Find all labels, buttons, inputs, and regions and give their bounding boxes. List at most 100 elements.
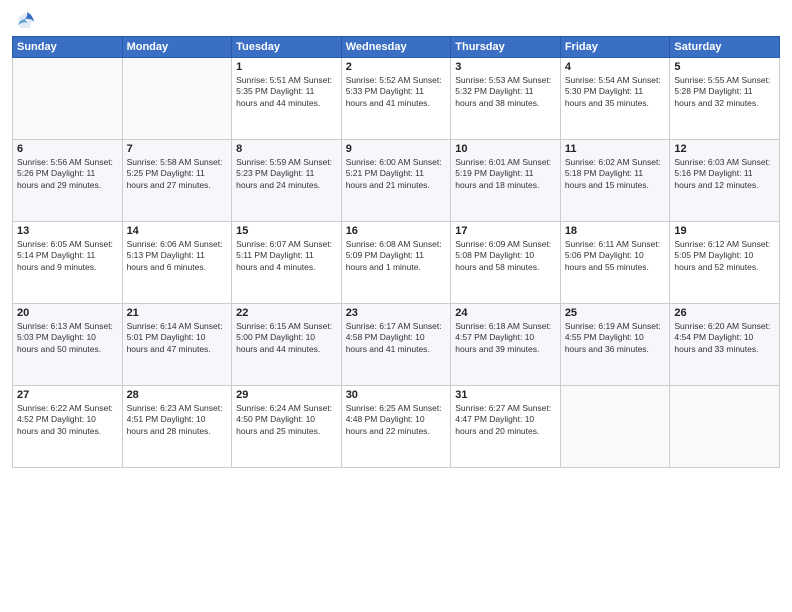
day-info: Sunrise: 5:52 AM Sunset: 5:33 PM Dayligh… <box>346 75 447 109</box>
day-info: Sunrise: 6:01 AM Sunset: 5:19 PM Dayligh… <box>455 157 556 191</box>
weekday-header-thursday: Thursday <box>451 37 561 58</box>
calendar-cell: 10 Sunrise: 6:01 AM Sunset: 5:19 PM Dayli… <box>451 140 561 222</box>
weekday-header-friday: Friday <box>560 37 670 58</box>
calendar-cell: 12 Sunrise: 6:03 AM Sunset: 5:16 PM Dayli… <box>670 140 780 222</box>
day-number: 1 <box>236 61 337 73</box>
day-info: Sunrise: 5:58 AM Sunset: 5:25 PM Dayligh… <box>127 157 228 191</box>
day-number: 6 <box>17 143 118 155</box>
day-number: 20 <box>17 307 118 319</box>
logo <box>12 10 36 32</box>
day-info: Sunrise: 6:22 AM Sunset: 4:52 PM Dayligh… <box>17 403 118 437</box>
calendar-cell: 4 Sunrise: 5:54 AM Sunset: 5:30 PM Daylig… <box>560 58 670 140</box>
calendar-cell: 27 Sunrise: 6:22 AM Sunset: 4:52 PM Dayli… <box>13 386 123 468</box>
calendar-cell: 21 Sunrise: 6:14 AM Sunset: 5:01 PM Dayli… <box>122 304 232 386</box>
day-number: 29 <box>236 389 337 401</box>
calendar-cell: 3 Sunrise: 5:53 AM Sunset: 5:32 PM Daylig… <box>451 58 561 140</box>
weekday-header-wednesday: Wednesday <box>341 37 451 58</box>
day-number: 12 <box>674 143 775 155</box>
day-number: 9 <box>346 143 447 155</box>
calendar-cell: 13 Sunrise: 6:05 AM Sunset: 5:14 PM Dayli… <box>13 222 123 304</box>
day-info: Sunrise: 6:20 AM Sunset: 4:54 PM Dayligh… <box>674 321 775 355</box>
day-info: Sunrise: 6:08 AM Sunset: 5:09 PM Dayligh… <box>346 239 447 273</box>
day-number: 2 <box>346 61 447 73</box>
day-info: Sunrise: 6:03 AM Sunset: 5:16 PM Dayligh… <box>674 157 775 191</box>
day-number: 11 <box>565 143 666 155</box>
day-info: Sunrise: 6:02 AM Sunset: 5:18 PM Dayligh… <box>565 157 666 191</box>
calendar-cell: 24 Sunrise: 6:18 AM Sunset: 4:57 PM Dayli… <box>451 304 561 386</box>
day-number: 17 <box>455 225 556 237</box>
calendar-cell <box>560 386 670 468</box>
day-number: 25 <box>565 307 666 319</box>
day-info: Sunrise: 6:17 AM Sunset: 4:58 PM Dayligh… <box>346 321 447 355</box>
day-info: Sunrise: 5:56 AM Sunset: 5:26 PM Dayligh… <box>17 157 118 191</box>
day-number: 16 <box>346 225 447 237</box>
day-info: Sunrise: 6:23 AM Sunset: 4:51 PM Dayligh… <box>127 403 228 437</box>
weekday-header-saturday: Saturday <box>670 37 780 58</box>
day-number: 4 <box>565 61 666 73</box>
day-info: Sunrise: 5:59 AM Sunset: 5:23 PM Dayligh… <box>236 157 337 191</box>
day-number: 23 <box>346 307 447 319</box>
calendar-cell: 5 Sunrise: 5:55 AM Sunset: 5:28 PM Daylig… <box>670 58 780 140</box>
calendar-cell: 6 Sunrise: 5:56 AM Sunset: 5:26 PM Daylig… <box>13 140 123 222</box>
calendar-cell: 16 Sunrise: 6:08 AM Sunset: 5:09 PM Dayli… <box>341 222 451 304</box>
day-info: Sunrise: 6:19 AM Sunset: 4:55 PM Dayligh… <box>565 321 666 355</box>
calendar-cell: 25 Sunrise: 6:19 AM Sunset: 4:55 PM Dayli… <box>560 304 670 386</box>
day-number: 24 <box>455 307 556 319</box>
logo-icon <box>14 10 36 32</box>
day-info: Sunrise: 6:12 AM Sunset: 5:05 PM Dayligh… <box>674 239 775 273</box>
calendar-cell: 14 Sunrise: 6:06 AM Sunset: 5:13 PM Dayli… <box>122 222 232 304</box>
day-number: 7 <box>127 143 228 155</box>
day-info: Sunrise: 6:11 AM Sunset: 5:06 PM Dayligh… <box>565 239 666 273</box>
day-info: Sunrise: 5:54 AM Sunset: 5:30 PM Dayligh… <box>565 75 666 109</box>
day-number: 18 <box>565 225 666 237</box>
day-number: 13 <box>17 225 118 237</box>
calendar-cell: 29 Sunrise: 6:24 AM Sunset: 4:50 PM Dayli… <box>232 386 342 468</box>
day-info: Sunrise: 5:53 AM Sunset: 5:32 PM Dayligh… <box>455 75 556 109</box>
weekday-header-tuesday: Tuesday <box>232 37 342 58</box>
calendar-cell: 18 Sunrise: 6:11 AM Sunset: 5:06 PM Dayli… <box>560 222 670 304</box>
day-info: Sunrise: 6:25 AM Sunset: 4:48 PM Dayligh… <box>346 403 447 437</box>
day-number: 21 <box>127 307 228 319</box>
day-number: 5 <box>674 61 775 73</box>
calendar-cell: 30Sunrise: 6:25 AM Sunset: 4:48 PM Dayli… <box>341 386 451 468</box>
weekday-header-monday: Monday <box>122 37 232 58</box>
day-number: 22 <box>236 307 337 319</box>
day-info: Sunrise: 6:06 AM Sunset: 5:13 PM Dayligh… <box>127 239 228 273</box>
day-info: Sunrise: 6:18 AM Sunset: 4:57 PM Dayligh… <box>455 321 556 355</box>
day-number: 10 <box>455 143 556 155</box>
day-number: 19 <box>674 225 775 237</box>
calendar-cell: 19 Sunrise: 6:12 AM Sunset: 5:05 PM Dayli… <box>670 222 780 304</box>
calendar-cell <box>670 386 780 468</box>
day-info: Sunrise: 6:13 AM Sunset: 5:03 PM Dayligh… <box>17 321 118 355</box>
day-info: Sunrise: 6:05 AM Sunset: 5:14 PM Dayligh… <box>17 239 118 273</box>
day-number: 3 <box>455 61 556 73</box>
day-info: Sunrise: 6:14 AM Sunset: 5:01 PM Dayligh… <box>127 321 228 355</box>
day-number: 28 <box>127 389 228 401</box>
day-info: Sunrise: 6:00 AM Sunset: 5:21 PM Dayligh… <box>346 157 447 191</box>
calendar-table: SundayMondayTuesdayWednesdayThursdayFrid… <box>12 36 780 468</box>
calendar-cell <box>122 58 232 140</box>
calendar-cell: 23 Sunrise: 6:17 AM Sunset: 4:58 PM Dayli… <box>341 304 451 386</box>
calendar-cell: 28 Sunrise: 6:23 AM Sunset: 4:51 PM Dayli… <box>122 386 232 468</box>
calendar-cell: 8 Sunrise: 5:59 AM Sunset: 5:23 PM Daylig… <box>232 140 342 222</box>
calendar-cell: 26Sunrise: 6:20 AM Sunset: 4:54 PM Dayli… <box>670 304 780 386</box>
day-info: Sunrise: 6:15 AM Sunset: 5:00 PM Dayligh… <box>236 321 337 355</box>
calendar-cell: 7 Sunrise: 5:58 AM Sunset: 5:25 PM Daylig… <box>122 140 232 222</box>
day-info: Sunrise: 6:24 AM Sunset: 4:50 PM Dayligh… <box>236 403 337 437</box>
calendar-cell: 9 Sunrise: 6:00 AM Sunset: 5:21 PM Daylig… <box>341 140 451 222</box>
day-info: Sunrise: 6:27 AM Sunset: 4:47 PM Dayligh… <box>455 403 556 437</box>
weekday-header-sunday: Sunday <box>13 37 123 58</box>
calendar-cell: 22 Sunrise: 6:15 AM Sunset: 5:00 PM Dayli… <box>232 304 342 386</box>
day-info: Sunrise: 5:55 AM Sunset: 5:28 PM Dayligh… <box>674 75 775 109</box>
day-number: 8 <box>236 143 337 155</box>
day-number: 14 <box>127 225 228 237</box>
day-number: 15 <box>236 225 337 237</box>
calendar-cell: 1 Sunrise: 5:51 AM Sunset: 5:35 PM Daylig… <box>232 58 342 140</box>
calendar-cell: 20 Sunrise: 6:13 AM Sunset: 5:03 PM Dayli… <box>13 304 123 386</box>
calendar-cell: 11 Sunrise: 6:02 AM Sunset: 5:18 PM Dayli… <box>560 140 670 222</box>
day-info: Sunrise: 6:07 AM Sunset: 5:11 PM Dayligh… <box>236 239 337 273</box>
day-number: 31 <box>455 389 556 401</box>
day-number: 27 <box>17 389 118 401</box>
calendar-cell: 31 Sunrise: 6:27 AM Sunset: 4:47 PM Dayli… <box>451 386 561 468</box>
day-info: Sunrise: 5:51 AM Sunset: 5:35 PM Dayligh… <box>236 75 337 109</box>
